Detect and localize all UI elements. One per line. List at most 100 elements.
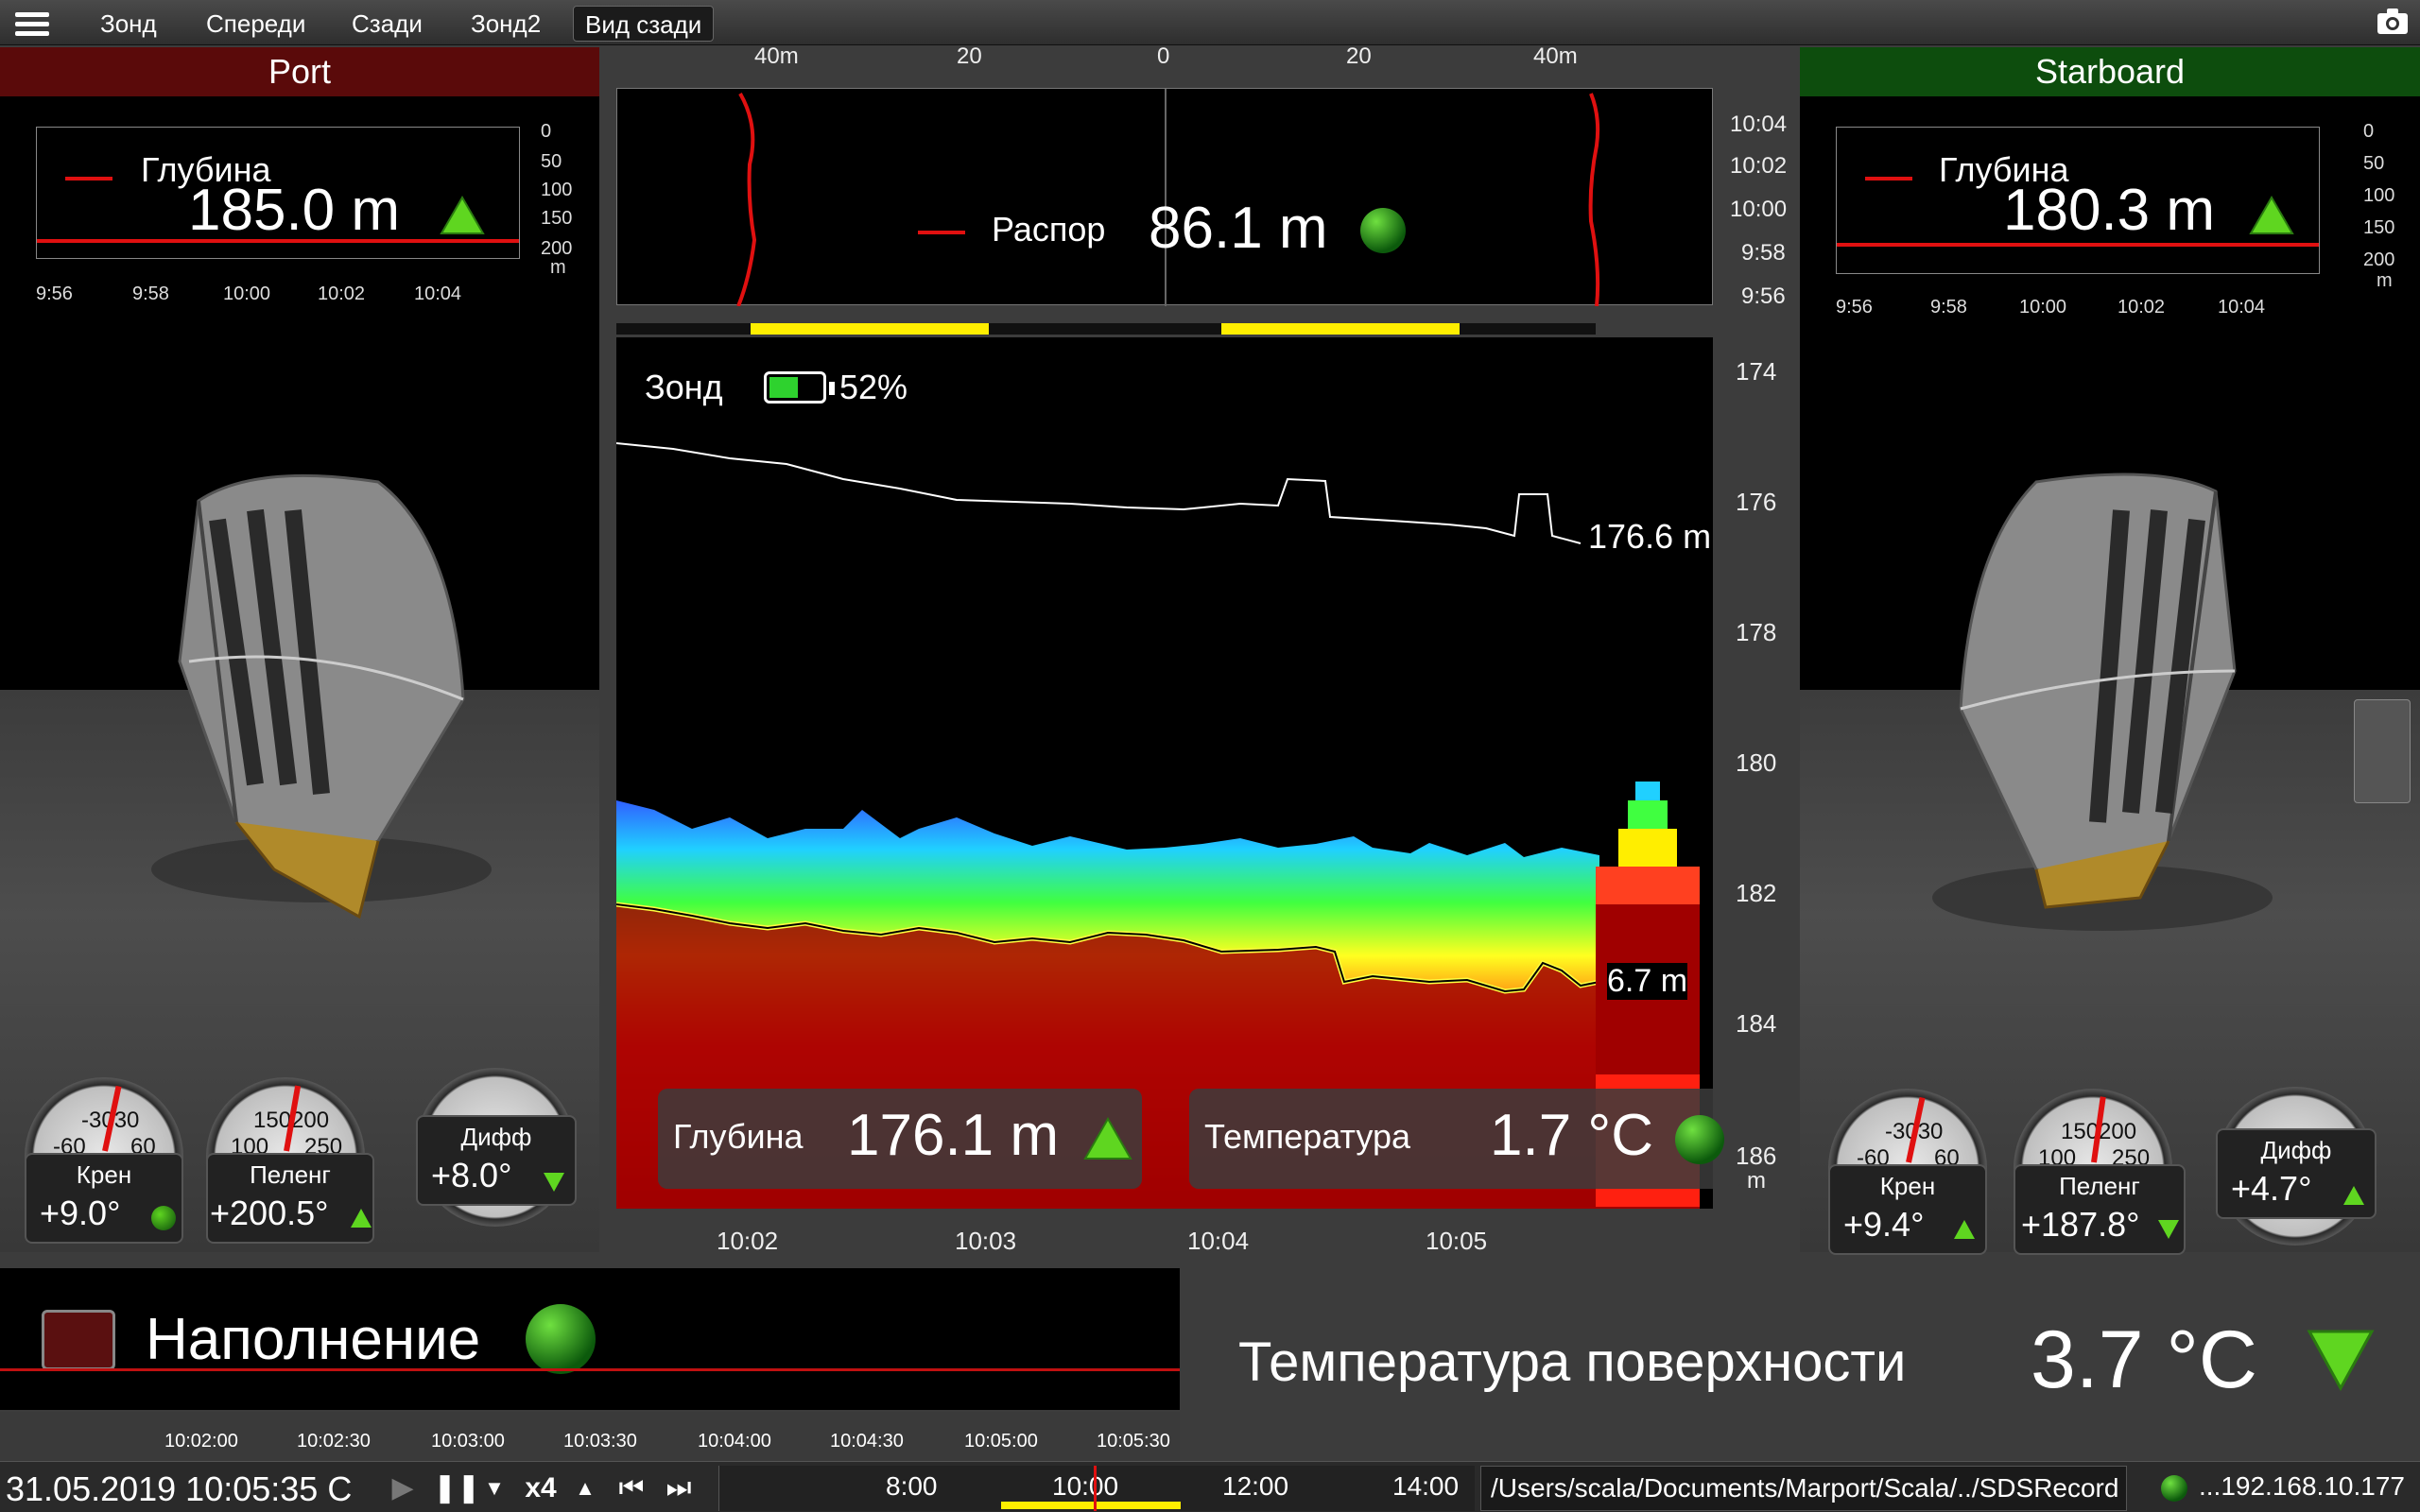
port-depth-trace xyxy=(37,239,519,243)
sonar-y-tick: 186 xyxy=(1736,1142,1777,1170)
connection-status-icon xyxy=(2161,1475,2187,1502)
range-marker-right xyxy=(1221,323,1460,335)
port-trawl-door-model xyxy=(151,473,492,919)
y-tick: 0 xyxy=(2363,121,2375,142)
fill-panel: Наполнение xyxy=(0,1268,1180,1410)
status-bar: 31.05.2019 10:05:35 C ▶ ❚❚ ▼ x4 ▲ ⏮ ⏭ 8:… xyxy=(0,1461,2420,1512)
heading-label: Пеленг xyxy=(2059,1172,2140,1200)
surface-temp-label: Температура поверхности xyxy=(1238,1332,1907,1393)
spread-label: Распор xyxy=(992,210,1106,249)
timeline-tick: 10:05:30 xyxy=(1097,1431,1170,1452)
sonar-y-tick: 180 xyxy=(1736,748,1777,777)
roll-label: Крен xyxy=(1879,1172,1936,1200)
x-tick: 10:02 xyxy=(318,284,366,304)
timeline-tick: 10:03:30 xyxy=(563,1431,637,1452)
diff-label: Дифф xyxy=(2260,1136,2332,1164)
sonar-depth-label: Глубина xyxy=(673,1117,804,1156)
speed-up-button[interactable]: ▲ xyxy=(571,1469,599,1507)
recorded-range-bar xyxy=(1001,1502,1181,1509)
port-title: Port xyxy=(0,47,599,96)
tab-rear[interactable]: Сзади xyxy=(340,6,434,42)
y-tick: 50 xyxy=(2363,153,2385,174)
spread-x-tick: 20 xyxy=(957,43,982,69)
spread-x-tick: 40m xyxy=(1533,43,1578,69)
port-depth-chart: Глубина 185.0 m xyxy=(36,127,520,259)
surface-temp-value: 3.7 °C xyxy=(2031,1314,2257,1405)
port-panel: Port Глубина 185.0 m 0 50 100 150 200 m … xyxy=(0,47,599,1252)
roll-label: Крен xyxy=(76,1160,132,1189)
spread-x-tick: 20 xyxy=(1346,43,1372,69)
y-tick-unit: m xyxy=(550,257,566,278)
timeline-tick: 10:05:00 xyxy=(964,1431,1038,1452)
starboard-depth-trace xyxy=(1837,243,2319,247)
depth-legend-line xyxy=(1865,177,1912,180)
spread-value: 86.1 m xyxy=(1149,196,1328,261)
tab-front[interactable]: Спереди xyxy=(195,6,317,42)
sonar-depth-value: 176.1 m xyxy=(847,1103,1060,1168)
hour-tick: 14:00 xyxy=(1392,1471,1460,1501)
skip-back-button[interactable]: ⏮ xyxy=(613,1469,650,1507)
battery-percent: 52% xyxy=(839,368,908,406)
heading-label: Пеленг xyxy=(250,1160,331,1189)
status-ok-icon xyxy=(1675,1115,1724,1164)
battery-terminal xyxy=(829,382,835,395)
sonar-y-tick: 182 xyxy=(1736,879,1777,907)
starboard-depth-chart: Глубина 180.3 m xyxy=(1836,127,2320,274)
y-tick: 100 xyxy=(541,180,573,200)
status-ok-icon xyxy=(1360,208,1406,253)
y-tick: 100 xyxy=(2363,185,2395,206)
timeline-tick: 10:04:30 xyxy=(830,1431,904,1452)
camera-icon[interactable] xyxy=(2377,8,2409,36)
sonar-y-tick: 178 xyxy=(1736,618,1777,646)
hamburger-menu-icon[interactable] xyxy=(15,8,49,41)
sonar-bottom-marker: 6.7 m xyxy=(1607,963,1688,1000)
spread-x-tick: 40m xyxy=(754,43,799,69)
hour-tick: 12:00 xyxy=(1222,1471,1289,1501)
heading-value: +200.5° xyxy=(210,1194,329,1232)
x-tick: 10:04 xyxy=(2218,297,2266,318)
playhead[interactable] xyxy=(1094,1466,1097,1511)
status-ok-icon xyxy=(526,1304,596,1374)
tab-probe2[interactable]: Зонд2 xyxy=(459,6,552,42)
battery-icon xyxy=(764,371,835,404)
skip-forward-button[interactable]: ⏭ xyxy=(660,1469,698,1507)
x-tick: 9:56 xyxy=(1836,297,1873,318)
x-tick: 10:00 xyxy=(2019,297,2067,318)
record-path[interactable]: /Users/scala/Documents/Marport/Scala/../… xyxy=(1480,1466,2127,1511)
side-drawer-handle[interactable] xyxy=(2354,699,2411,803)
pause-button[interactable]: ❚❚ xyxy=(433,1469,480,1507)
starboard-panel: Starboard Глубина 180.3 m 0 50 100 150 2… xyxy=(1800,47,2420,1255)
status-ok-icon xyxy=(151,1206,176,1230)
diff-readout: Дифф +4.7° xyxy=(2216,1128,2377,1219)
heading-readout: Пеленг +187.8° xyxy=(2014,1164,2186,1255)
hour-tick: 10:00 xyxy=(1052,1471,1119,1501)
sonar-temp-value: 1.7 °C xyxy=(1490,1103,1653,1168)
sonar-depth-box: Глубина 176.1 m xyxy=(658,1089,1142,1189)
starboard-diff-gauge: Дифф +4.7° xyxy=(2216,1087,2377,1246)
trend-up-icon xyxy=(440,196,485,234)
sonar-y-tick: 174 xyxy=(1736,357,1777,386)
day-timeline[interactable]: 8:00 10:00 12:00 14:00 xyxy=(718,1466,1475,1511)
starboard-heading-gauge: 100 150200 250 Пеленг +187.8° xyxy=(2014,1089,2186,1255)
battery-level-fill xyxy=(769,377,798,398)
fill-trace xyxy=(0,1368,1180,1371)
trend-up-icon xyxy=(2249,196,2294,234)
port-roll-gauge: -60 -3030 60 Крен +9.0° xyxy=(25,1077,183,1244)
y-tick-unit: m xyxy=(2377,270,2393,291)
diff-label: Дифф xyxy=(460,1123,532,1151)
starboard-roll-gauge: -60 -3030 60 Крен +9.4° xyxy=(1828,1089,1987,1255)
heading-readout: Пеленг +200.5° xyxy=(206,1153,374,1244)
speed-down-button[interactable]: ▼ xyxy=(480,1469,509,1507)
spread-chart: Распор 86.1 m xyxy=(616,88,1713,306)
play-button[interactable]: ▶ xyxy=(384,1469,422,1507)
spread-x-tick: 0 xyxy=(1157,43,1170,69)
tab-probe[interactable]: Зонд xyxy=(89,6,168,42)
echogram-image xyxy=(616,442,1700,1209)
hour-tick: 8:00 xyxy=(886,1471,938,1501)
trend-up-icon xyxy=(2343,1186,2364,1205)
fill-toggle-button[interactable] xyxy=(42,1310,115,1370)
spread-y-tick: 9:58 xyxy=(1741,240,1786,266)
trend-up-icon xyxy=(1083,1117,1132,1160)
starboard-trawl-door-model xyxy=(1932,472,2273,931)
tab-rear-view[interactable]: Вид сзади xyxy=(573,6,715,42)
